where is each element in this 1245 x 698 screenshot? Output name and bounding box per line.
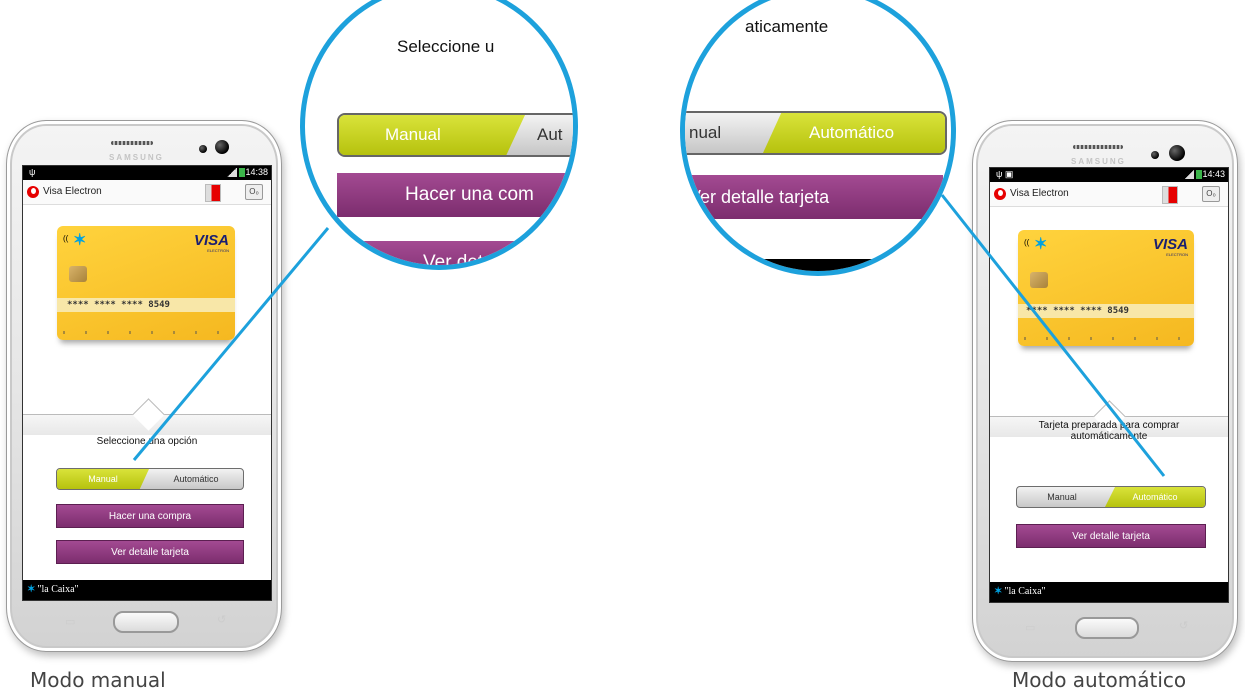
left-callout-line bbox=[132, 227, 330, 461]
callout-lines bbox=[132, 194, 1166, 477]
caption-manual: Modo manual bbox=[30, 668, 166, 692]
caption-automatic: Modo automático bbox=[1012, 668, 1187, 692]
right-callout-line bbox=[940, 194, 1166, 477]
